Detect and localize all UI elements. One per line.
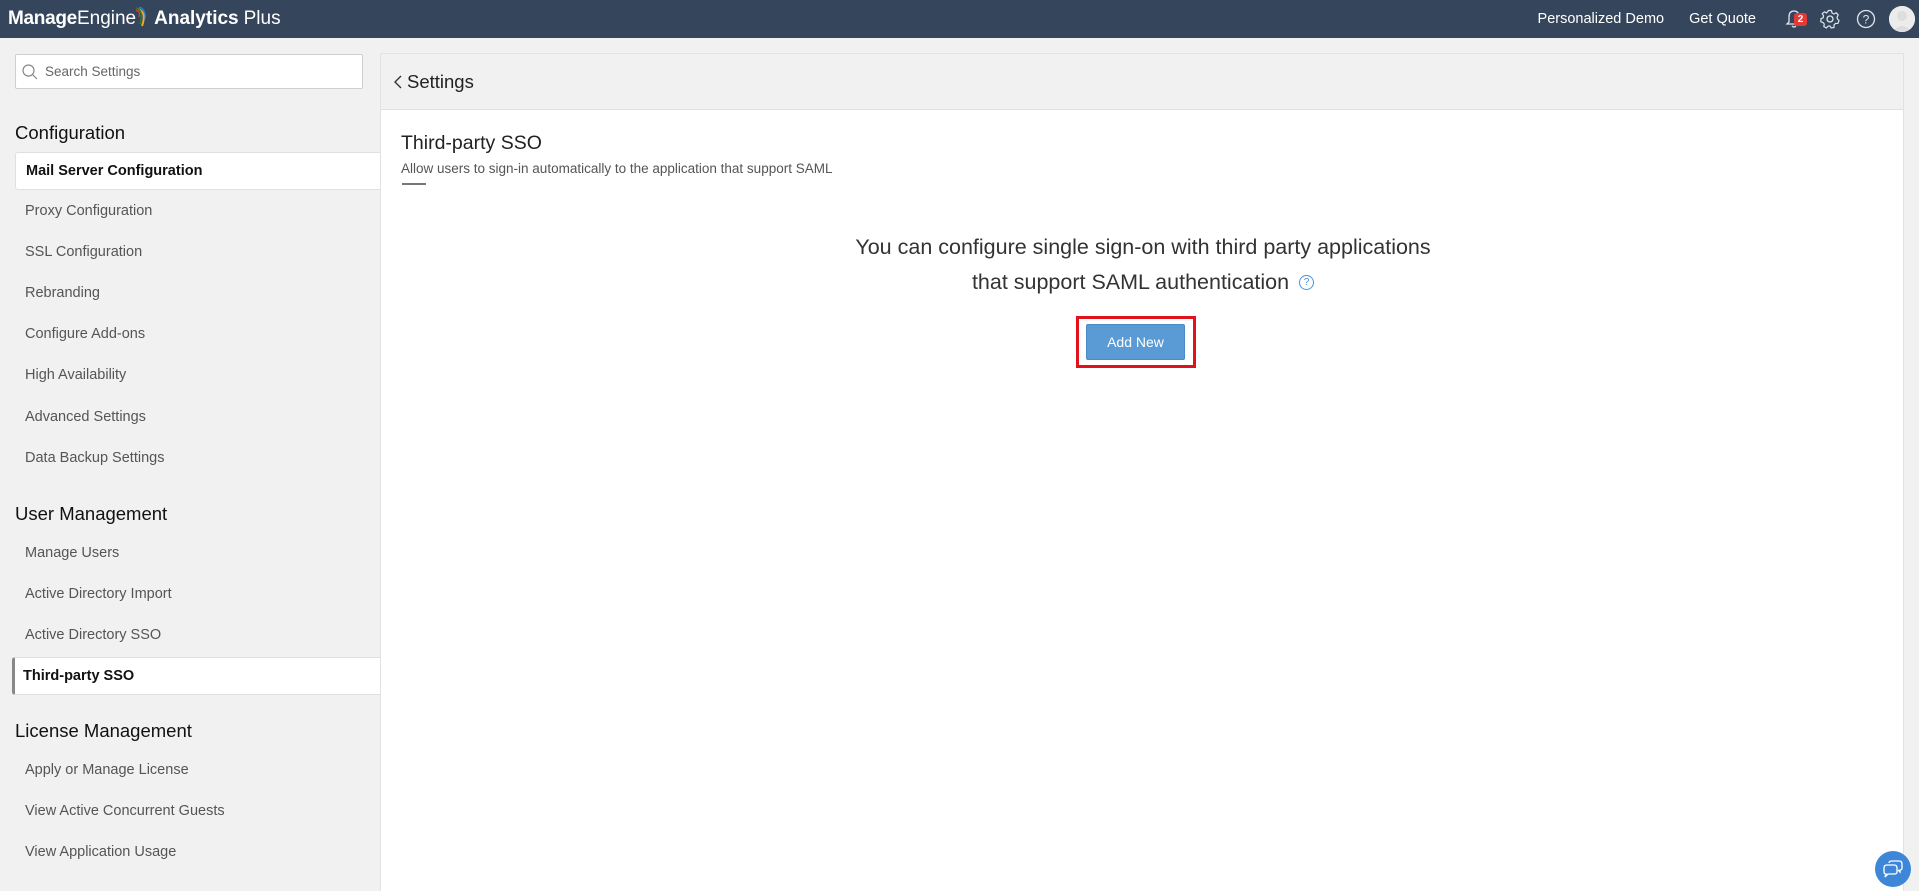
sidebar-item-active-directory-sso[interactable]: Active Directory SSO	[15, 616, 380, 654]
empty-state-message: You can configure single sign-on with th…	[381, 230, 1905, 300]
chevron-left-icon	[394, 75, 402, 88]
svg-text:?: ?	[1863, 13, 1870, 27]
sidebar-item-view-application-usage[interactable]: View Application Usage	[15, 833, 380, 871]
notifications-button[interactable]: 2	[1781, 6, 1807, 32]
page-title: Third-party SSO	[401, 132, 542, 154]
chat-support-button[interactable]	[1875, 851, 1911, 887]
notification-count-badge: 2	[1794, 13, 1807, 26]
back-label: Settings	[407, 70, 474, 92]
sidebar-item-proxy-configuration[interactable]: Proxy Configuration	[15, 192, 380, 230]
app-logo[interactable]: Manage Engine Analytics Plus	[8, 6, 281, 30]
sidebar-item-mail-server-configuration[interactable]: Mail Server Configuration	[15, 152, 380, 190]
brand-manage: Manage	[8, 8, 77, 29]
top-navigation-bar: Manage Engine Analytics Plus Personalize…	[0, 0, 1919, 38]
page-description: Allow users to sign-in automatically to …	[401, 161, 833, 176]
back-to-settings-button[interactable]: Settings	[393, 71, 474, 93]
sidebar-item-view-active-concurrent-guests[interactable]: View Active Concurrent Guests	[15, 792, 380, 830]
personalized-demo-link[interactable]: Personalized Demo	[1538, 11, 1665, 27]
product-name-analytics: Analytics	[154, 8, 239, 29]
search-icon	[22, 63, 38, 79]
panel-header: Settings	[381, 54, 1903, 110]
settings-sidebar: Configuration Mail Server Configuration …	[0, 38, 380, 891]
sidebar-item-rebranding[interactable]: Rebranding	[15, 274, 380, 312]
user-avatar[interactable]	[1889, 6, 1915, 32]
sidebar-item-third-party-sso[interactable]: Third-party SSO	[12, 657, 380, 695]
info-line-2-wrap: that support SAML authentication?	[381, 265, 1905, 300]
chat-bubbles-icon	[1883, 860, 1903, 878]
sidebar-item-active-directory-import[interactable]: Active Directory Import	[15, 575, 380, 613]
help-icon: ?	[1856, 9, 1876, 29]
sidebar-item-apply-or-manage-license[interactable]: Apply or Manage License	[15, 751, 380, 789]
section-title-user-management: User Management	[15, 503, 168, 524]
info-line-1: You can configure single sign-on with th…	[855, 235, 1431, 259]
sidebar-item-data-backup-settings[interactable]: Data Backup Settings	[15, 439, 380, 477]
section-title-configuration: Configuration	[15, 122, 126, 143]
search-settings-input[interactable]	[45, 64, 335, 79]
section-title-license-management: License Management	[15, 720, 192, 741]
info-line-2: that support SAML authentication	[971, 270, 1290, 294]
search-settings-box[interactable]	[15, 54, 363, 89]
sidebar-item-configure-add-ons[interactable]: Configure Add-ons	[15, 315, 380, 353]
sidebar-item-advanced-settings[interactable]: Advanced Settings	[15, 398, 380, 436]
sidebar-item-ssl-configuration[interactable]: SSL Configuration	[15, 233, 380, 271]
add-new-button[interactable]: Add New	[1086, 324, 1185, 360]
gear-icon	[1820, 9, 1840, 29]
main-content-panel: Settings Third-party SSO Allow users to …	[380, 53, 1904, 891]
help-button[interactable]: ?	[1853, 6, 1879, 32]
description-underline-divider	[402, 183, 426, 185]
get-quote-link[interactable]: Get Quote	[1689, 11, 1756, 27]
settings-button[interactable]	[1817, 6, 1843, 32]
top-right-actions: Personalized Demo Get Quote 2 ?	[1538, 0, 1919, 38]
saml-help-icon[interactable]: ?	[1299, 274, 1315, 290]
logo-arc-icon	[134, 6, 148, 27]
sidebar-item-manage-users[interactable]: Manage Users	[15, 534, 380, 572]
sidebar-item-high-availability[interactable]: High Availability	[15, 356, 380, 394]
product-name-plus: Plus	[243, 8, 281, 29]
brand-engine: Engine	[76, 8, 137, 29]
